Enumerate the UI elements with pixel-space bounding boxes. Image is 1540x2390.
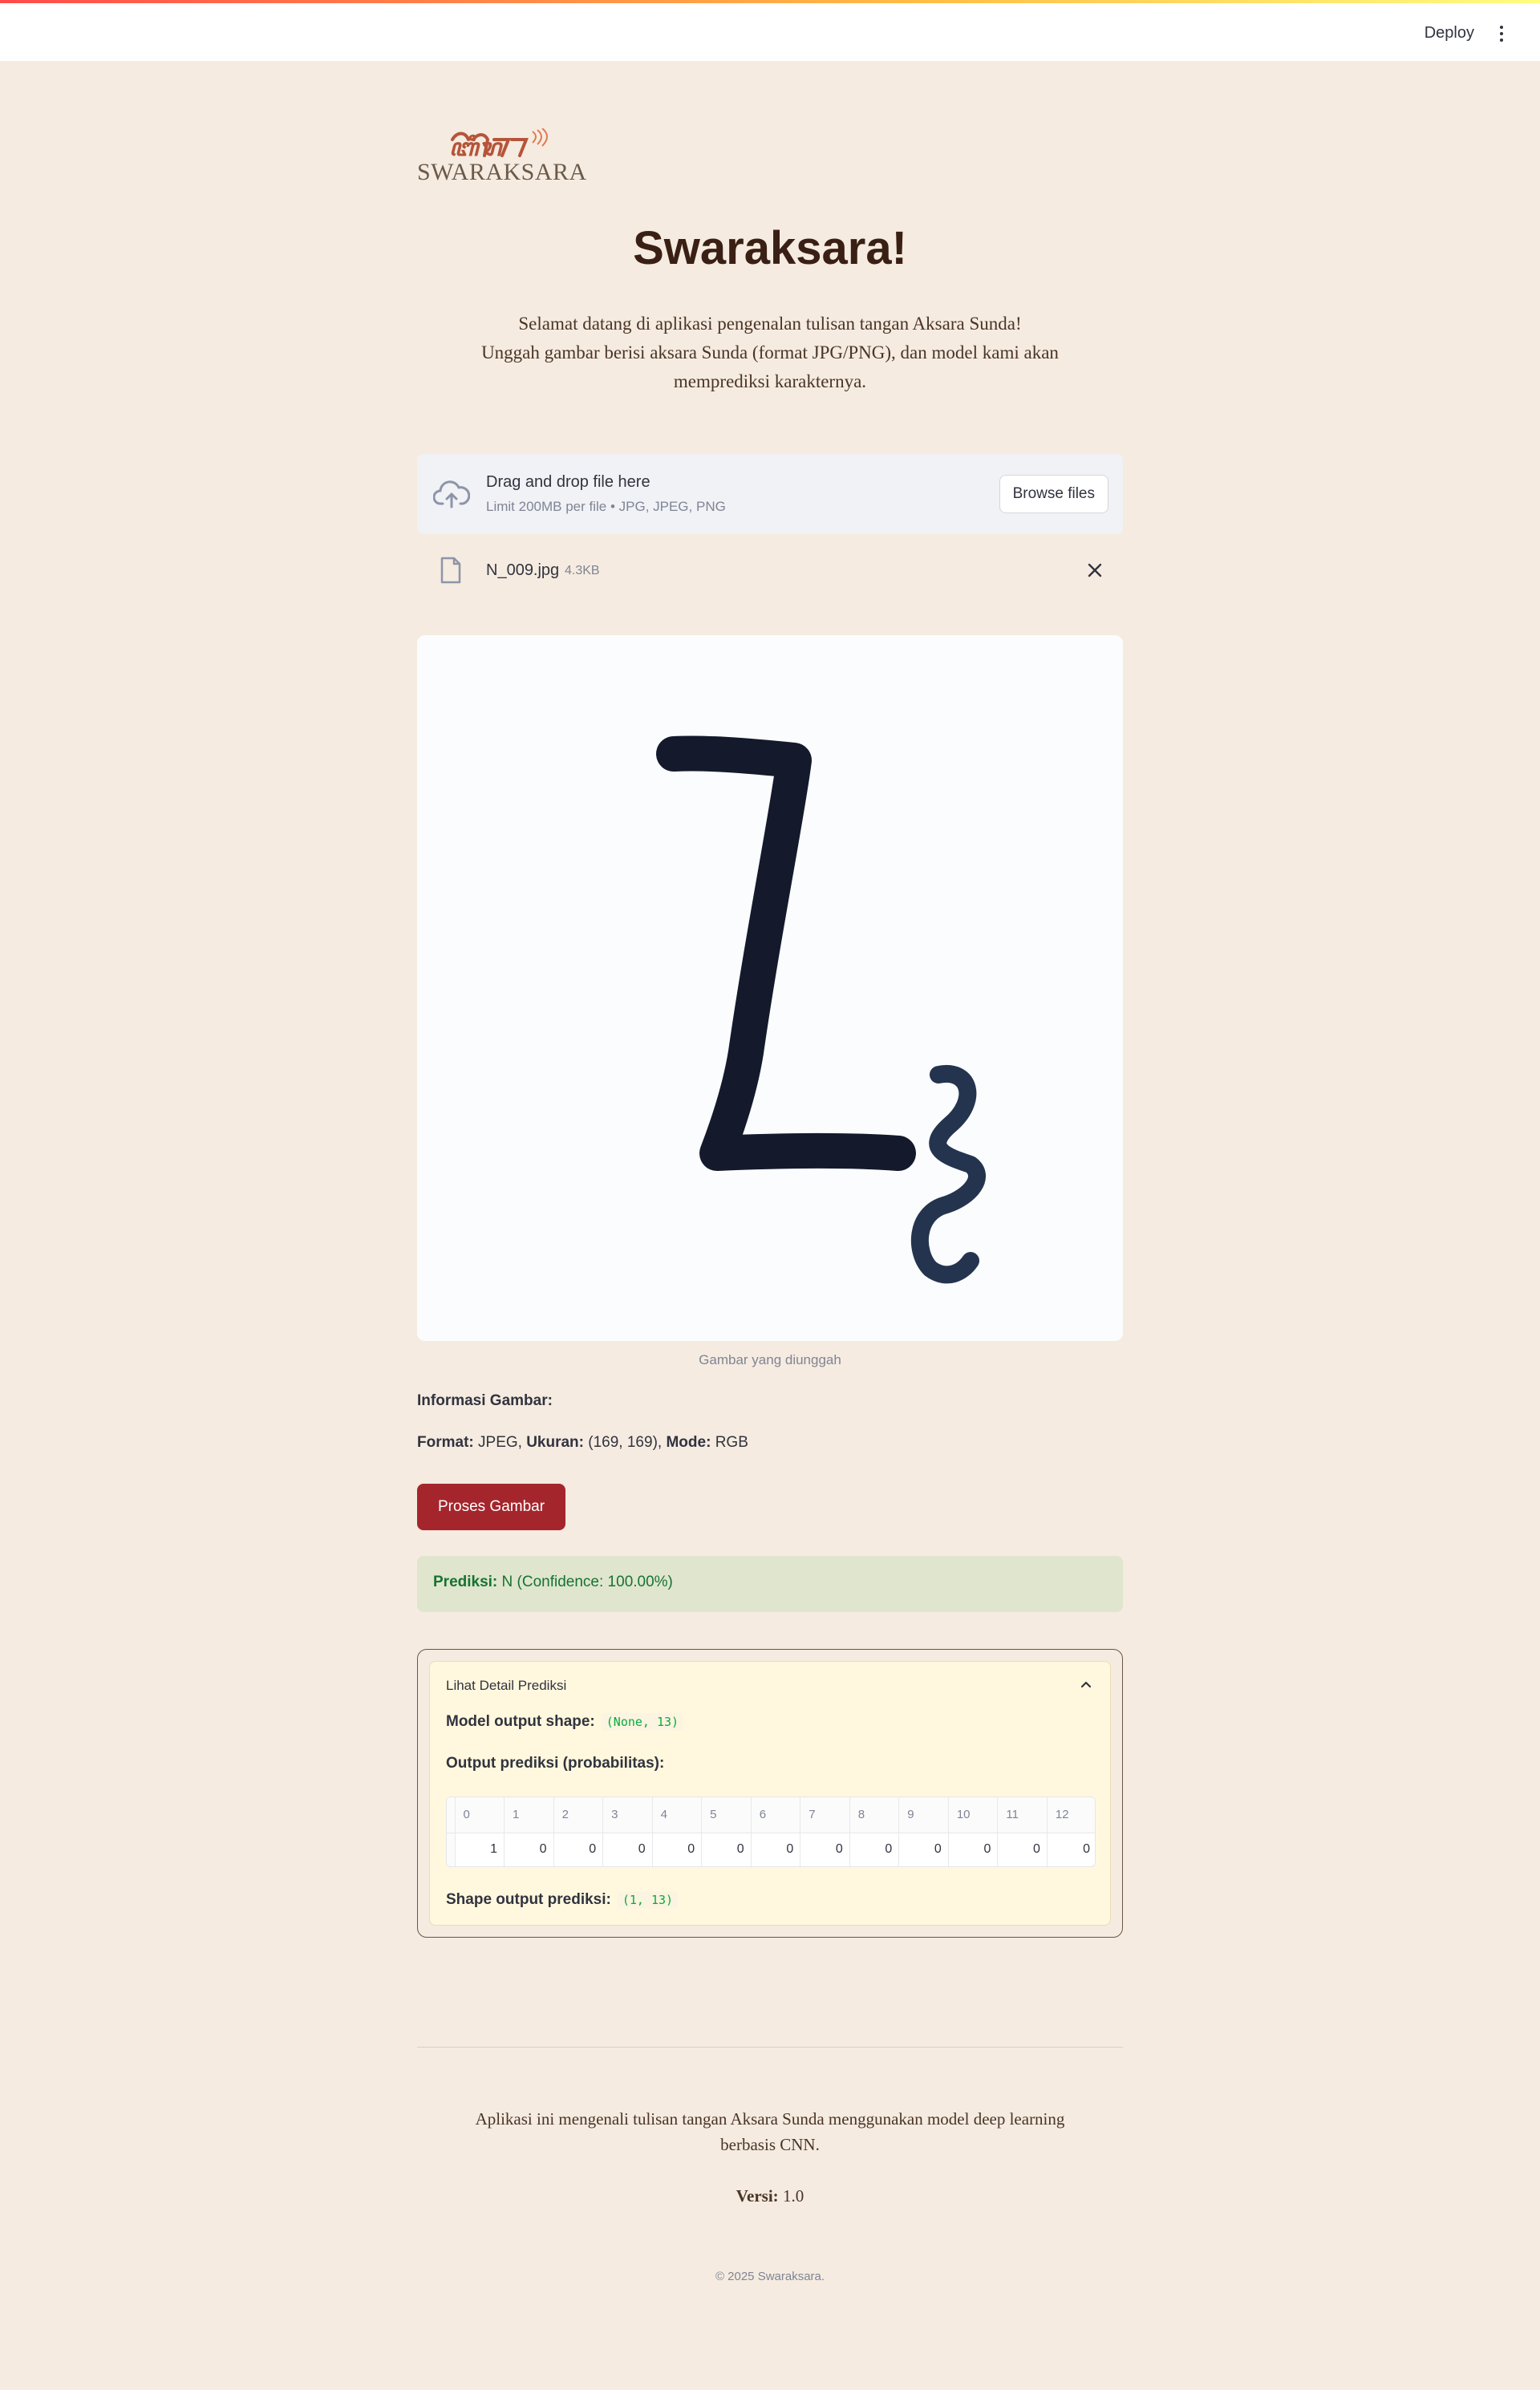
version-value: 1.0 (782, 2186, 804, 2206)
kebab-menu-icon[interactable] (1498, 26, 1505, 42)
app-header: Deploy (0, 0, 1540, 61)
page-title: Swaraksara! (633, 222, 907, 274)
model-shape-code: (None, 13) (601, 1713, 684, 1731)
uploaded-file-row: N_009.jpg 4.3KB (417, 550, 1123, 590)
prediction-table: 0 1 2 3 4 5 6 7 8 9 10 11 12 1000000000000 (447, 1797, 1095, 1866)
model-shape-line: Model output shape: (None, 13) (446, 1713, 684, 1731)
file-size: 4.3KB (565, 564, 600, 577)
column-header[interactable]: 9 (898, 1797, 949, 1833)
table-cell[interactable]: 0 (751, 1833, 801, 1866)
index-header (447, 1797, 456, 1833)
format-value: JPEG (478, 1434, 518, 1451)
shape-output-label: Shape output prediksi: (446, 1891, 611, 1908)
logo: ꦧꦶꦫ SWARAKSARA (417, 128, 586, 192)
chevron-up-icon[interactable] (1080, 1679, 1092, 1689)
table-cell[interactable]: 0 (652, 1833, 703, 1866)
column-header[interactable]: 11 (997, 1797, 1048, 1833)
drag-drop-label: Drag and drop file here (486, 473, 650, 491)
shape-output-code: (1, 13) (617, 1891, 679, 1909)
file-icon (440, 557, 461, 584)
column-header[interactable]: 3 (602, 1797, 653, 1833)
table-cell[interactable]: 0 (800, 1833, 850, 1866)
close-icon[interactable] (1086, 561, 1104, 579)
table-cell[interactable]: 0 (602, 1833, 653, 1866)
size-label: Ukuran: (526, 1434, 584, 1451)
model-shape-label: Model output shape: (446, 1713, 595, 1730)
cloud-upload-icon (433, 480, 470, 508)
shape-output-line: Shape output prediksi: (1, 13) (446, 1891, 679, 1909)
column-header[interactable]: 4 (652, 1797, 703, 1833)
handwritten-character-image (417, 635, 1123, 1341)
table-cell[interactable]: 0 (997, 1833, 1048, 1866)
table-cell[interactable]: 1 (455, 1833, 505, 1866)
mode-value: RGB (715, 1434, 748, 1451)
intro-text: Selamat datang di aplikasi pengenalan tu… (449, 310, 1091, 396)
column-header[interactable]: 8 (849, 1797, 900, 1833)
intro-line-2: Unggah gambar berisi aksara Sunda (forma… (481, 342, 1059, 391)
output-prob-label: Output prediksi (probabilitas): (446, 1755, 665, 1772)
table-cell[interactable]: 0 (553, 1833, 604, 1866)
table-cell[interactable]: 0 (898, 1833, 949, 1866)
column-header[interactable]: 5 (701, 1797, 752, 1833)
copyright: © 2025 Swaraksara. (715, 2270, 825, 2283)
table-cell[interactable]: 0 (948, 1833, 999, 1866)
format-label: Format: (417, 1434, 474, 1451)
file-name: N_009.jpg (486, 561, 560, 579)
table-cell[interactable]: 0 (849, 1833, 900, 1866)
file-uploader-dropzone[interactable]: Drag and drop file here Limit 200MB per … (417, 454, 1123, 534)
column-header[interactable]: 0 (455, 1797, 505, 1833)
column-header[interactable]: 10 (948, 1797, 999, 1833)
size-value: (169, 169) (588, 1434, 658, 1451)
table-header-row: 0 1 2 3 4 5 6 7 8 9 10 11 12 (447, 1797, 1095, 1833)
prediction-dataframe[interactable]: 0 1 2 3 4 5 6 7 8 9 10 11 12 1000000000000 (446, 1797, 1096, 1867)
column-header[interactable]: 7 (800, 1797, 850, 1833)
table-row: 1000000000000 (447, 1833, 1095, 1866)
image-info-line: Format: JPEG, Ukuran: (169, 169), Mode: … (417, 1434, 748, 1451)
divider (417, 2047, 1123, 2048)
column-header[interactable]: 2 (553, 1797, 604, 1833)
column-header[interactable]: 6 (751, 1797, 801, 1833)
version-line: Versi: 1.0 (417, 2186, 1123, 2206)
logo-text: SWARAKSARA (417, 159, 587, 185)
prediction-label: Prediksi: (433, 1574, 498, 1590)
uploaded-image-preview (417, 635, 1123, 1341)
index-cell (447, 1833, 456, 1866)
image-info-title: Informasi Gambar: (417, 1392, 553, 1409)
intro-line-1: Selamat datang di aplikasi pengenalan tu… (518, 314, 1022, 334)
column-header[interactable]: 1 (504, 1797, 554, 1833)
image-caption: Gambar yang diunggah (699, 1352, 841, 1367)
header-decoration (0, 0, 1540, 3)
mode-label: Mode: (666, 1434, 711, 1451)
prediction-details-expander: Lihat Detail Prediksi Model output shape… (429, 1661, 1111, 1926)
process-image-button[interactable]: Proses Gambar (417, 1484, 566, 1530)
deploy-button[interactable]: Deploy (1424, 24, 1474, 43)
table-cell[interactable]: 0 (504, 1833, 554, 1866)
browse-files-button[interactable]: Browse files (999, 475, 1108, 513)
version-label: Versi: (736, 2186, 779, 2206)
prediction-details-container: Lihat Detail Prediksi Model output shape… (417, 1649, 1123, 1938)
footer-description: Aplikasi ini mengenali tulisan tangan Ak… (475, 2109, 1065, 2154)
table-cell[interactable]: 0 (701, 1833, 752, 1866)
prediction-alert: Prediksi: N (Confidence: 100.00%) (417, 1556, 1123, 1612)
file-limit-label: Limit 200MB per file • JPG, JPEG, PNG (486, 499, 726, 514)
table-cell[interactable]: 0 (1047, 1833, 1095, 1866)
column-header[interactable]: 12 (1047, 1797, 1095, 1833)
expander-header[interactable]: Lihat Detail Prediksi (446, 1678, 1096, 1694)
prediction-value: N (Confidence: 100.00%) (501, 1574, 673, 1590)
